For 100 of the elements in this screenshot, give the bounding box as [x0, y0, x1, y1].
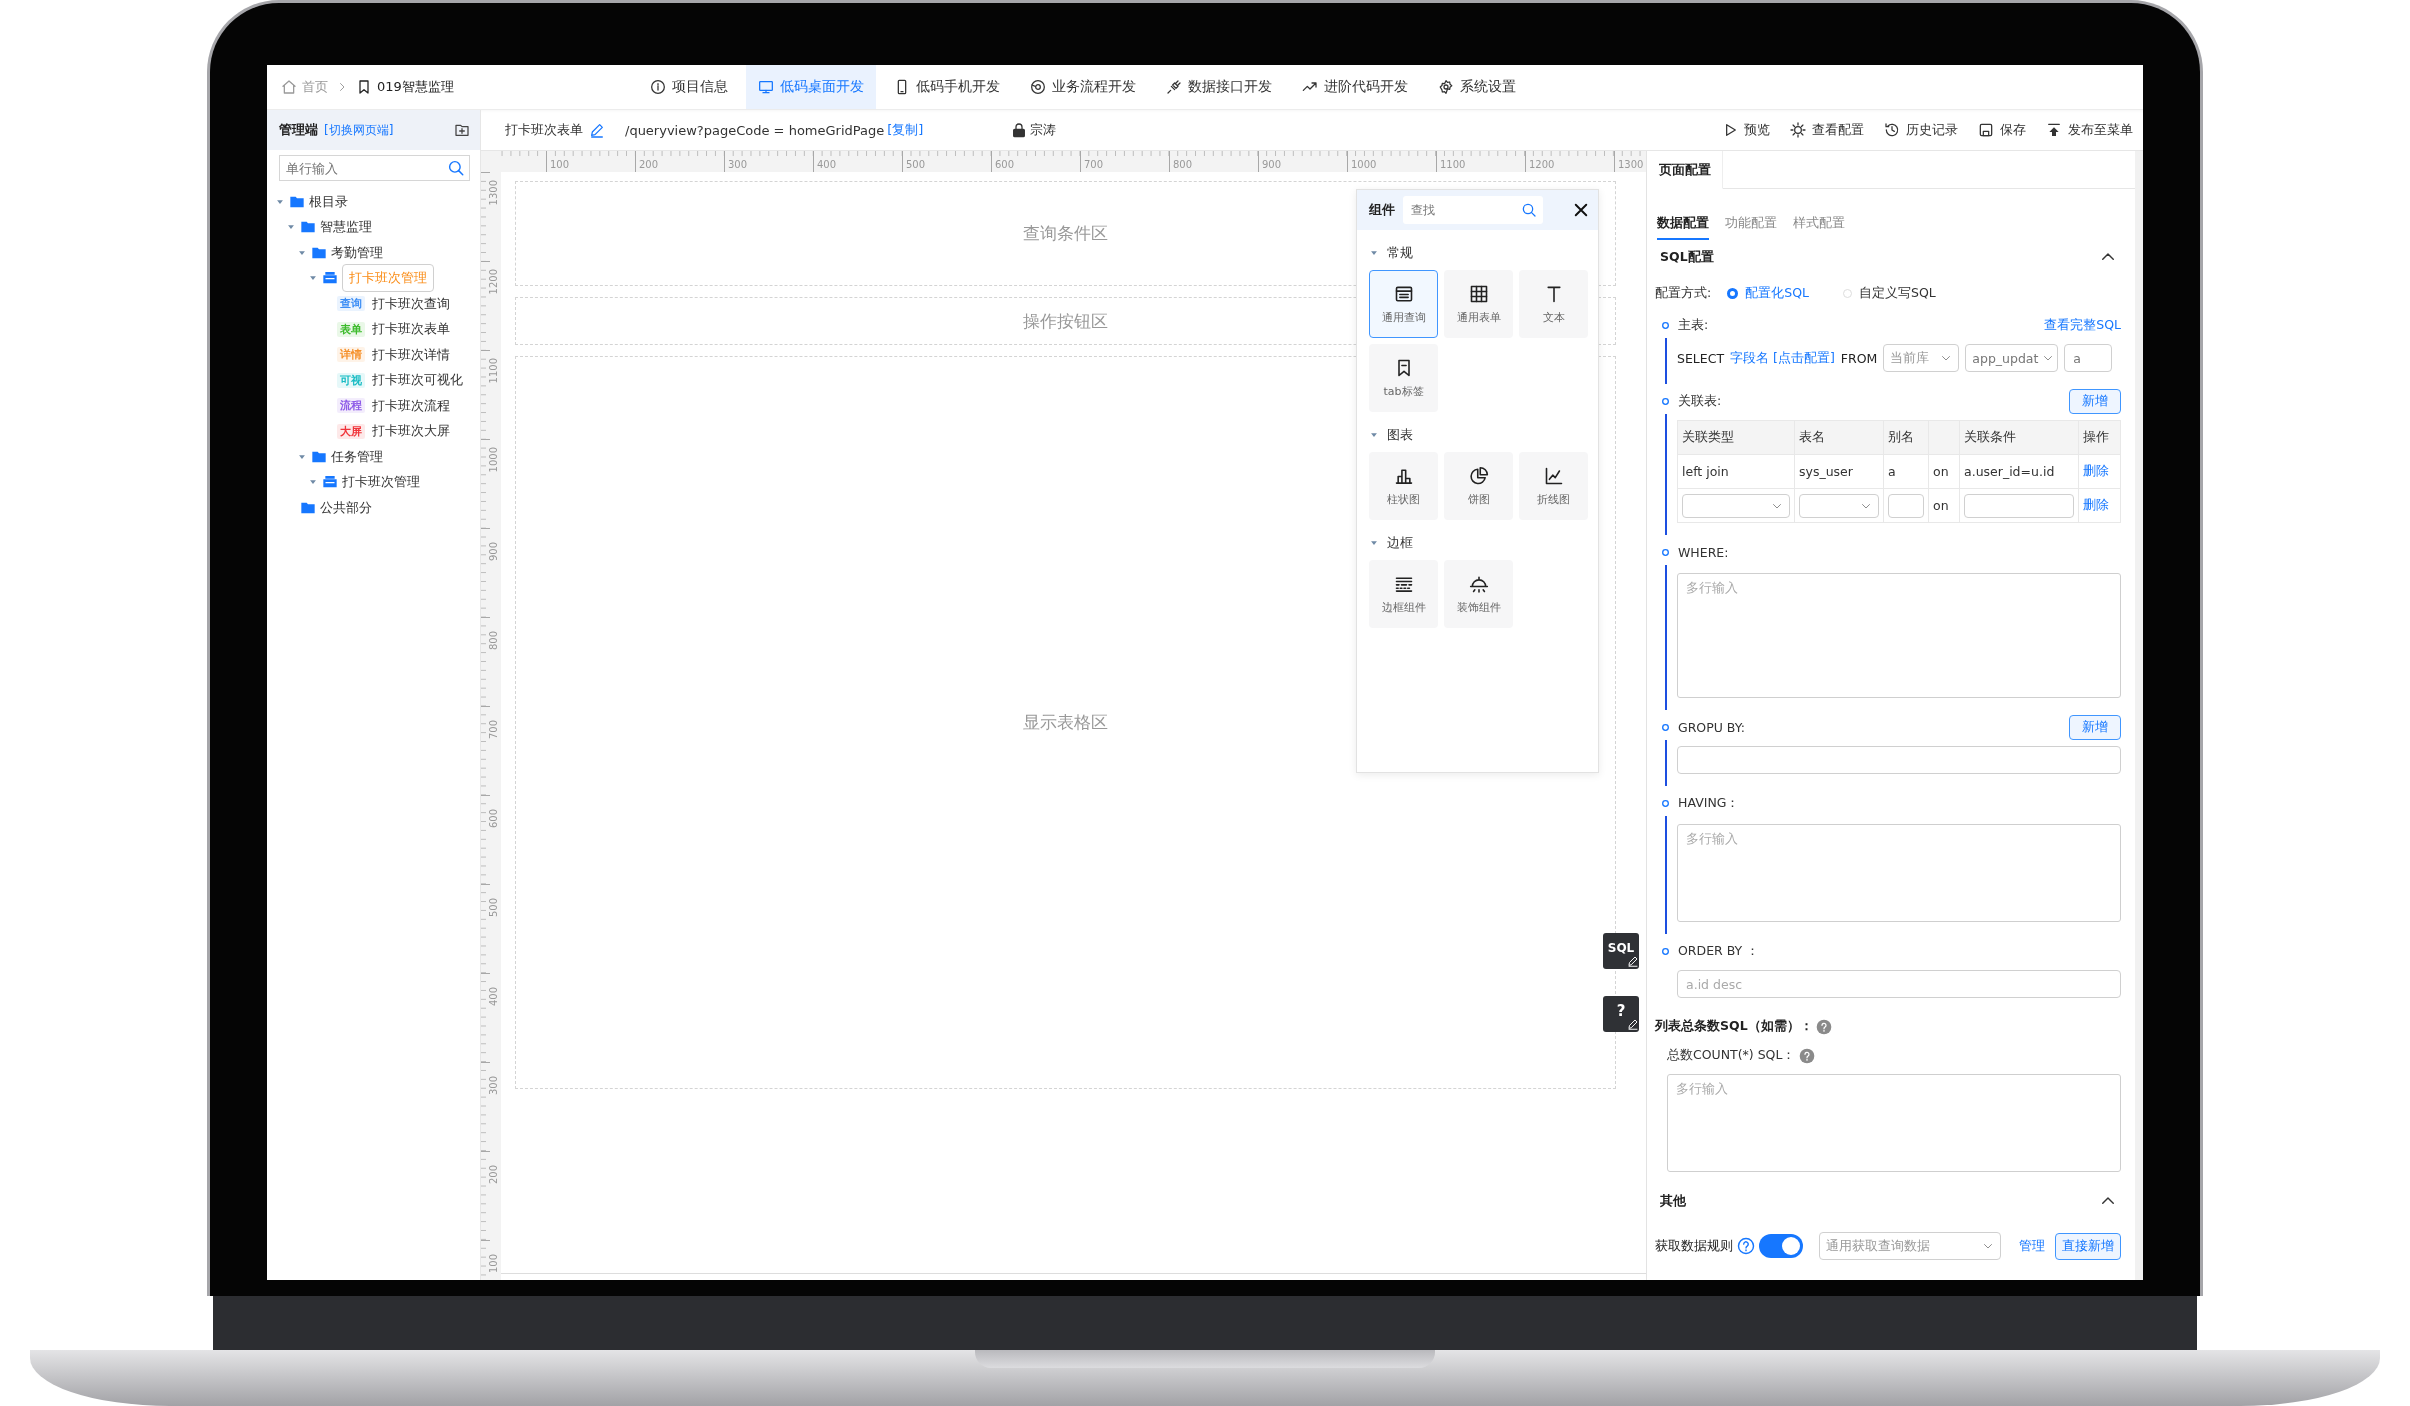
- component-tile[interactable]: 文本: [1519, 270, 1588, 338]
- toolbar-button[interactable]: 保存: [1978, 121, 2026, 139]
- save-icon: [1978, 122, 1994, 138]
- ruler-label: 1300: [1614, 151, 1646, 172]
- component-tile[interactable]: 折线图: [1519, 452, 1588, 520]
- toolbar-button[interactable]: 预览: [1722, 121, 1770, 139]
- manage-link[interactable]: 管理: [2019, 1237, 2045, 1255]
- radio-label[interactable]: 自定义写SQL: [1858, 284, 1936, 302]
- toolbar-button[interactable]: 发布至菜单: [2046, 121, 2133, 139]
- tree-item[interactable]: 公共部分: [320, 498, 372, 517]
- switch-link[interactable]: [切换网页端]: [324, 121, 394, 139]
- input-field[interactable]: [1677, 746, 2121, 774]
- ruler-label: 100: [546, 151, 635, 172]
- tree-item[interactable]: 打卡班次流程: [372, 396, 450, 415]
- input-field[interactable]: [1888, 493, 1924, 518]
- tree-item[interactable]: 打卡班次表单: [372, 320, 450, 339]
- tab[interactable]: 功能配置: [1725, 209, 1777, 240]
- help-button[interactable]: ?: [1603, 996, 1639, 1032]
- input-field[interactable]: a.id desc: [1677, 970, 2121, 998]
- ruler-label: 1000: [488, 445, 500, 474]
- select-field[interactable]: [1799, 493, 1879, 518]
- tree-item[interactable]: 任务管理: [331, 447, 383, 466]
- search-field[interactable]: 查找: [1403, 196, 1543, 224]
- add-button[interactable]: 新增: [2069, 388, 2121, 414]
- tree-item[interactable]: 打卡班次管理: [342, 473, 420, 492]
- toggle-switch[interactable]: [1759, 1234, 1803, 1258]
- nav-tab[interactable]: 数据接口开发: [1154, 65, 1284, 109]
- search-field[interactable]: 单行输入: [279, 155, 470, 181]
- text-area[interactable]: 多行输入: [1667, 1074, 2121, 1172]
- toolbar-button[interactable]: 查看配置: [1790, 121, 1864, 139]
- tab[interactable]: 数据配置: [1657, 209, 1709, 240]
- ruler-label: 1200: [1525, 151, 1614, 172]
- field-label: 总数COUNT(*) SQL：: [1667, 1047, 1796, 1064]
- sql-link[interactable]: 查看完整SQL: [2044, 316, 2121, 334]
- close-icon[interactable]: [1572, 201, 1590, 219]
- text-area[interactable]: 多行输入: [1677, 573, 2121, 698]
- ruler-label: 900: [1258, 151, 1347, 172]
- nav-tab[interactable]: 进阶代码开发: [1290, 65, 1420, 109]
- line-chart-icon: [1543, 465, 1564, 486]
- table-cell: left join: [1677, 454, 1795, 489]
- ruler-label: 800: [488, 629, 500, 652]
- breadcrumb-link[interactable]: 019智慧监理: [356, 78, 454, 96]
- field-label: WHERE:: [1678, 544, 1729, 560]
- input-field[interactable]: [1964, 493, 2074, 518]
- add-button[interactable]: 直接新增: [2055, 1232, 2121, 1260]
- ruler-label: 500: [488, 896, 500, 919]
- settings-icon: [1438, 79, 1454, 95]
- tree-item[interactable]: 考勤管理: [331, 243, 383, 262]
- tree-item[interactable]: 打卡班次可视化: [372, 371, 463, 390]
- toolbar-button[interactable]: 历史记录: [1884, 121, 1958, 139]
- help-icon: [1815, 1018, 1832, 1035]
- ruler-label: 300: [724, 151, 813, 172]
- gear-icon: [1790, 122, 1806, 138]
- nav-tab[interactable]: 系统设置: [1426, 65, 1528, 109]
- ruler-label: 1300: [488, 178, 500, 207]
- sql-button[interactable]: SQL: [1603, 933, 1639, 969]
- search-icon: [447, 159, 465, 177]
- section-title: SQL配置: [1660, 248, 1714, 266]
- field-link[interactable]: 字段名 [点击配置]: [1730, 349, 1835, 367]
- tree-item[interactable]: 根目录: [309, 192, 348, 211]
- tab[interactable]: 样式配置: [1793, 209, 1845, 240]
- component-tile[interactable]: 边框组件: [1369, 560, 1438, 628]
- timeline-dot-icon: [1661, 547, 1670, 557]
- page-tag: 表单: [337, 321, 365, 337]
- lock-icon: [1011, 122, 1028, 138]
- tree-item[interactable]: 打卡班次大屏: [372, 422, 450, 441]
- component-tile[interactable]: tab标签: [1369, 344, 1438, 412]
- nav-tab[interactable]: 低码桌面开发: [746, 65, 876, 109]
- component-tile[interactable]: 通用表单: [1444, 270, 1513, 338]
- tree-item[interactable]: 智慧监理: [320, 218, 372, 237]
- page-name: 打卡班次表单: [505, 121, 583, 139]
- copy-link[interactable]: [复制]: [887, 121, 924, 139]
- add-folder-icon[interactable]: [454, 122, 470, 138]
- nav-tab[interactable]: 低码手机开发: [882, 65, 1012, 109]
- radio-label[interactable]: 配置化SQL: [1745, 284, 1809, 302]
- nav-tab[interactable]: 项目信息: [638, 65, 740, 109]
- ruler-label: 1100: [1436, 151, 1525, 172]
- select-field[interactable]: app_updat: [1965, 344, 2059, 372]
- component-tile[interactable]: 饼图: [1444, 452, 1513, 520]
- page-tag: 大屏: [337, 423, 365, 439]
- component-tile[interactable]: 通用查询: [1369, 270, 1438, 338]
- select-field[interactable]: [1682, 493, 1790, 518]
- help-icon: [1737, 1237, 1755, 1255]
- tree-item[interactable]: 打卡班次查询: [372, 294, 450, 313]
- ruler-label: 200: [635, 151, 724, 172]
- radio-button[interactable]: [1727, 287, 1739, 299]
- component-tile[interactable]: 柱状图: [1369, 452, 1438, 520]
- add-button[interactable]: 新增: [2069, 714, 2121, 740]
- edit-icon[interactable]: [589, 122, 605, 138]
- timeline-dot-icon: [1661, 798, 1670, 808]
- input-field[interactable]: a: [2064, 344, 2113, 372]
- ruler-label: 1100: [488, 356, 500, 385]
- text-area[interactable]: 多行输入: [1677, 824, 2121, 922]
- ruler-label: 1000: [1347, 151, 1436, 172]
- column-header: 操作: [2078, 420, 2121, 455]
- nav-tab[interactable]: 业务流程开发: [1018, 65, 1148, 109]
- ruler-label: 300: [488, 1074, 500, 1097]
- tree-item[interactable]: 打卡班次详情: [372, 345, 450, 364]
- bookmark-icon: [356, 79, 372, 95]
- component-tile[interactable]: 装饰组件: [1444, 560, 1513, 628]
